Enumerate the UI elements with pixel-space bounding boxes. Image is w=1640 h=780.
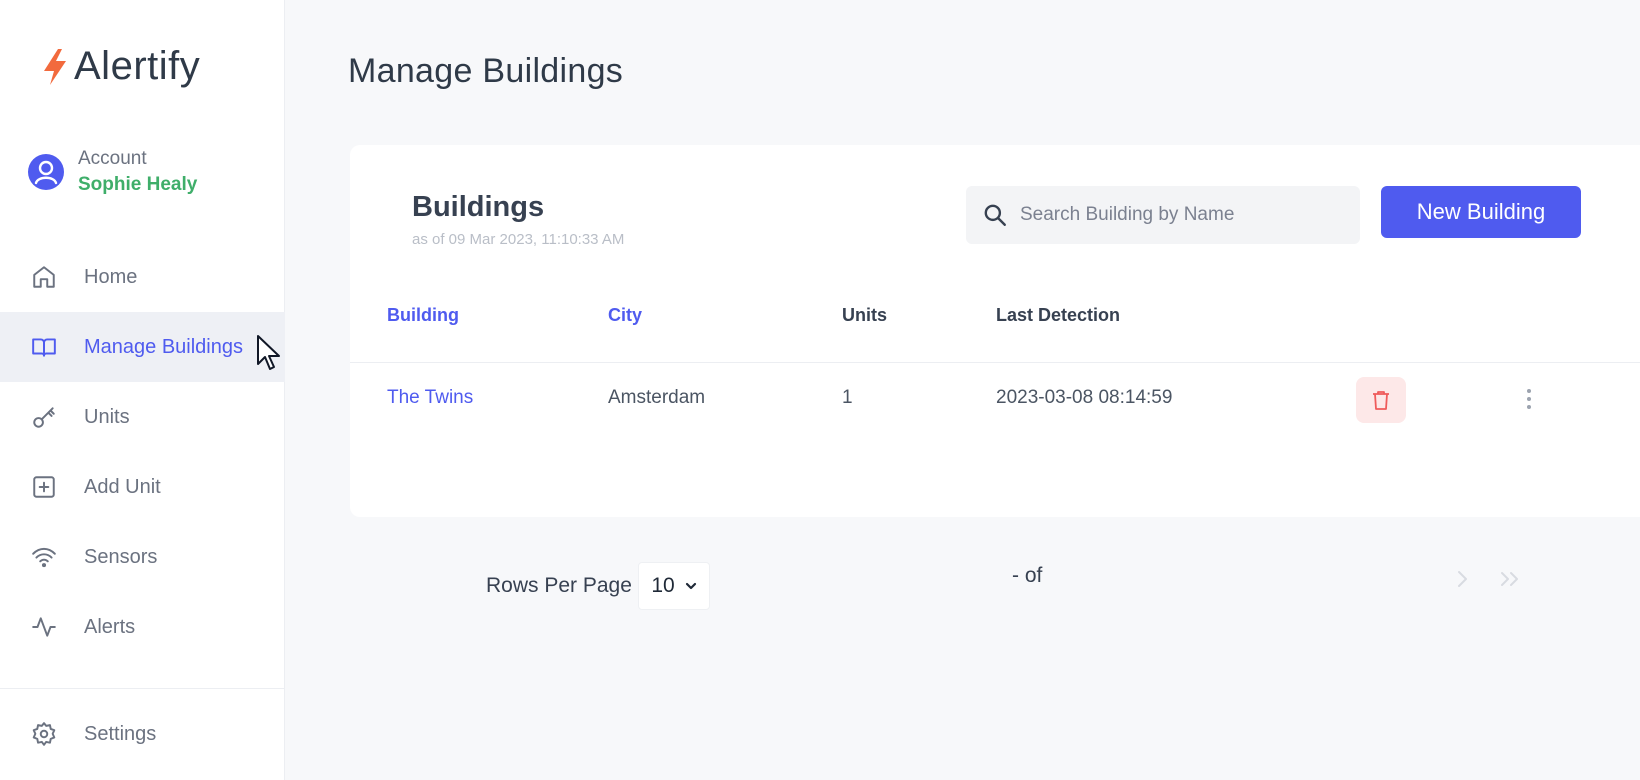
page-title: Manage Buildings <box>348 52 624 90</box>
sidebar-item-add-unit[interactable]: Add Unit <box>0 452 285 522</box>
search-input[interactable] <box>1020 204 1350 226</box>
plus-square-icon <box>30 473 58 501</box>
home-icon <box>30 263 58 291</box>
sidebar-item-sensors[interactable]: Sensors <box>0 522 285 592</box>
column-header-building[interactable]: Building <box>387 305 459 326</box>
building-city: Amsterdam <box>608 387 706 408</box>
sidebar-item-label: Alerts <box>84 615 136 638</box>
user-avatar-icon <box>28 153 64 190</box>
sidebar-item-label: Settings <box>84 722 157 745</box>
key-icon <box>30 403 58 431</box>
pagination-range: - of <box>1012 564 1043 587</box>
building-units: 1 <box>842 387 853 408</box>
sidebar-item-units[interactable]: Units <box>0 382 285 452</box>
sidebar-divider <box>0 688 285 689</box>
rows-per-page-select[interactable]: 10 <box>638 562 710 610</box>
card-timestamp: as of 09 Mar 2023, 11:10:33 AM <box>412 231 625 248</box>
last-page-button[interactable] <box>1498 568 1524 595</box>
chevron-down-icon <box>685 582 696 590</box>
sidebar-item-settings[interactable]: Settings <box>0 699 285 769</box>
buildings-card: Buildings as of 09 Mar 2023, 11:10:33 AM… <box>350 145 1640 517</box>
sidebar-item-label: Add Unit <box>84 475 161 498</box>
next-page-button[interactable] <box>1454 568 1470 595</box>
sidebar: Alertify Account Sophie Healy Home Manag… <box>0 0 285 780</box>
wifi-icon <box>30 543 58 571</box>
kebab-dot-icon <box>1527 405 1531 409</box>
sidebar-item-label: Manage Buildings <box>84 335 243 358</box>
table-header <box>350 313 1640 363</box>
sidebar-item-label: Sensors <box>84 545 158 568</box>
logo-text: Alertify <box>74 44 201 88</box>
chevron-double-right-icon <box>1501 572 1518 586</box>
card-title: Buildings <box>412 191 545 223</box>
account-name: Sophie Healy <box>78 173 198 195</box>
kebab-dot-icon <box>1527 389 1531 393</box>
book-open-icon <box>30 333 58 361</box>
account-label: Account <box>78 148 147 169</box>
search-box[interactable] <box>966 186 1360 244</box>
trash-icon <box>1373 391 1389 410</box>
new-building-button[interactable]: New Building <box>1381 186 1581 238</box>
sidebar-item-label: Units <box>84 405 130 428</box>
building-name-link[interactable]: The Twins <box>387 387 473 409</box>
sidebar-item-home[interactable]: Home <box>0 242 285 312</box>
rows-per-page-label: Rows Per Page <box>486 574 632 597</box>
gear-icon <box>30 720 58 748</box>
delete-button[interactable] <box>1356 377 1406 423</box>
column-header-units: Units <box>842 305 887 325</box>
sidebar-item-alerts[interactable]: Alerts <box>0 592 285 662</box>
activity-icon <box>30 613 58 641</box>
chevron-right-icon <box>1458 571 1467 587</box>
account[interactable]: Account Sophie Healy <box>28 146 197 197</box>
mouse-cursor-icon <box>257 335 280 370</box>
rows-per-page-value: 10 <box>651 574 675 597</box>
more-options-button[interactable] <box>1522 381 1536 417</box>
sidebar-item-label: Home <box>84 265 138 288</box>
column-header-last-detection: Last Detection <box>996 305 1121 325</box>
kebab-dot-icon <box>1527 397 1531 401</box>
sidebar-item-manage-buildings[interactable]: Manage Buildings <box>0 312 285 382</box>
logo[interactable]: Alertify <box>40 44 200 89</box>
building-last-detection: 2023-03-08 08:14:59 <box>996 387 1173 408</box>
lightning-bolt-icon <box>44 48 66 85</box>
search-icon <box>984 204 1006 226</box>
sidebar-nav: Home Manage Buildings Units Add Unit Sen… <box>0 242 285 662</box>
column-header-city[interactable]: City <box>608 305 642 326</box>
